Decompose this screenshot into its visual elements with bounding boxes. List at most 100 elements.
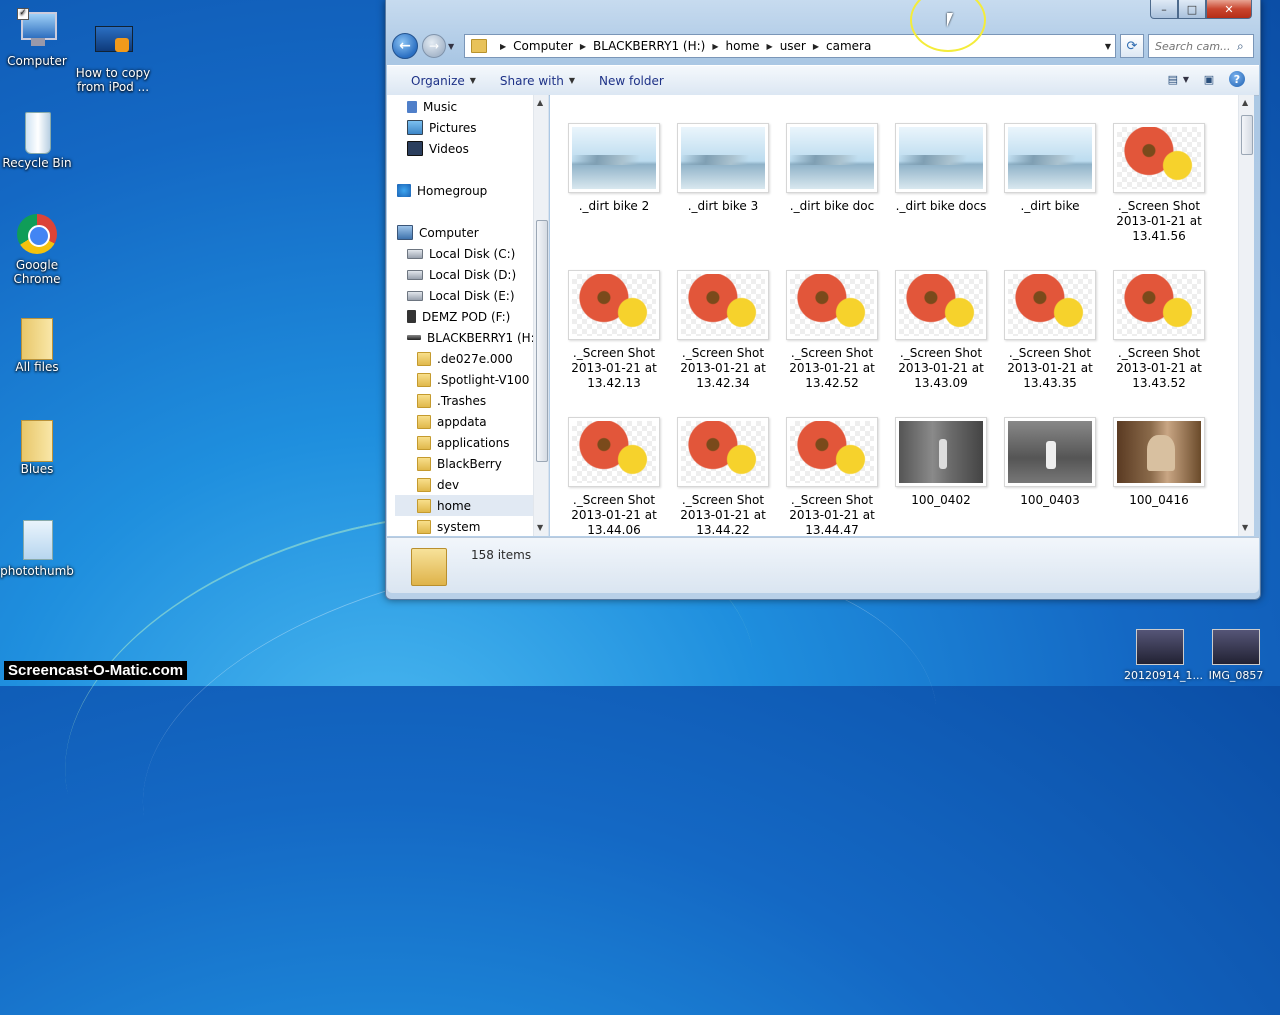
- nav-item-demz-pod[interactable]: DEMZ POD (F:): [407, 306, 510, 327]
- nav-item-folder[interactable]: appdata: [417, 411, 487, 432]
- scroll-down-icon[interactable]: ▼: [537, 523, 543, 532]
- breadcrumb-home[interactable]: home: [726, 39, 760, 53]
- file-name-line: 2013-01-21 at: [680, 361, 766, 375]
- nav-item-blackberry1[interactable]: BLACKBERRY1 (H:): [407, 327, 539, 348]
- pictures-icon: [407, 120, 423, 135]
- view-dropdown[interactable]: ▼: [1183, 75, 1189, 84]
- file-item[interactable]: ._Screen Shot 2013-01-21 at 13.43.09: [891, 270, 991, 391]
- desktop-icon-video[interactable]: How to copy from iPod ...: [71, 20, 155, 94]
- scroll-down-icon[interactable]: ▼: [1242, 523, 1248, 532]
- back-button[interactable]: ←: [392, 33, 418, 59]
- breadcrumb-camera[interactable]: camera: [826, 39, 871, 53]
- organize-button[interactable]: Organize ▼: [411, 74, 476, 88]
- nav-item-folder[interactable]: dev: [417, 474, 459, 495]
- chevron-right-icon[interactable]: ▶: [580, 42, 586, 51]
- breadcrumb-user[interactable]: user: [780, 39, 806, 53]
- watermark: Screencast-O-Matic.com: [4, 661, 188, 680]
- refresh-button[interactable]: ⟳: [1120, 34, 1144, 58]
- content-scrollbar[interactable]: ▲ ▼: [1238, 95, 1254, 536]
- nav-item-videos[interactable]: Videos: [407, 138, 469, 159]
- file-item[interactable]: ._Screen Shot 2013-01-21 at 13.41.56: [1109, 123, 1209, 244]
- chevron-right-icon[interactable]: ▶: [813, 42, 819, 51]
- nav-item-folder[interactable]: system: [417, 516, 480, 536]
- folder-icon: [15, 416, 59, 462]
- desktop-icon-blues[interactable]: Blues: [0, 416, 79, 476]
- image-thumbnail-icon: [899, 421, 983, 483]
- file-name-line: 13.43.52: [1132, 376, 1186, 390]
- close-button[interactable]: ✕: [1206, 0, 1252, 19]
- breadcrumb-blackberry[interactable]: BLACKBERRY1 (H:): [593, 39, 705, 53]
- desktop-file[interactable]: IMG_0857: [1200, 629, 1272, 682]
- file-item[interactable]: ._dirt bike 2: [564, 123, 664, 214]
- nav-scrollbar[interactable]: ▲ ▼: [533, 95, 548, 536]
- file-name-line: ._Screen Shot: [790, 493, 874, 507]
- nav-item-home-selected[interactable]: home: [395, 495, 533, 516]
- file-item[interactable]: ._Screen Shot 2013-01-21 at 13.43.35: [1000, 270, 1100, 391]
- nav-item-music[interactable]: Music: [407, 96, 457, 117]
- chevron-right-icon[interactable]: ▶: [500, 42, 506, 51]
- scroll-up-icon[interactable]: ▲: [1242, 98, 1248, 107]
- recent-pages-dropdown[interactable]: ▼: [448, 42, 454, 51]
- preview-pane-icon[interactable]: ▣: [1201, 71, 1217, 87]
- address-bar[interactable]: ▶ Computer ▶ BLACKBERRY1 (H:) ▶ home ▶ u…: [464, 34, 1116, 58]
- chevron-right-icon[interactable]: ▶: [767, 42, 773, 51]
- minimize-button[interactable]: –: [1150, 0, 1178, 19]
- file-name-line: ._dirt bike doc: [789, 199, 875, 213]
- file-thumbnail: [1004, 417, 1096, 487]
- desktop-icon-recycle-bin[interactable]: Recycle Bin: [0, 110, 79, 170]
- file-thumbnail: [786, 417, 878, 487]
- file-item[interactable]: ._Screen Shot 2013-01-21 at 13.42.52: [782, 270, 882, 391]
- nav-item-folder[interactable]: BlackBerry: [417, 453, 502, 474]
- breadcrumb-computer[interactable]: Computer: [513, 39, 573, 53]
- file-item[interactable]: ._dirt bike docs: [891, 123, 991, 214]
- item-count: 158 items: [471, 548, 532, 562]
- file-item[interactable]: ._Screen Shot 2013-01-21 at 13.44.06: [564, 417, 664, 536]
- nav-item-pictures[interactable]: Pictures: [407, 117, 477, 138]
- help-icon[interactable]: ?: [1229, 71, 1245, 87]
- file-item[interactable]: 100_0403: [1000, 417, 1100, 508]
- nav-item-local-disk-d[interactable]: Local Disk (D:): [407, 264, 516, 285]
- change-view-icon[interactable]: ▤: [1165, 71, 1181, 87]
- nav-item-folder[interactable]: applications: [417, 432, 509, 453]
- maximize-button[interactable]: □: [1178, 0, 1206, 19]
- nav-item-local-disk-c[interactable]: Local Disk (C:): [407, 243, 515, 264]
- search-icon[interactable]: ⌕: [1237, 39, 1244, 54]
- nav-item-homegroup[interactable]: Homegroup: [397, 180, 487, 201]
- desktop-file[interactable]: 20120914_1...: [1124, 629, 1203, 682]
- desktop-icon-computer[interactable]: ✓ Computer: [0, 8, 79, 68]
- scroll-up-icon[interactable]: ▲: [537, 98, 543, 107]
- homegroup-icon: [397, 184, 411, 197]
- nav-item-local-disk-e[interactable]: Local Disk (E:): [407, 285, 515, 306]
- file-item[interactable]: ._Screen Shot 2013-01-21 at 13.42.13: [564, 270, 664, 391]
- nav-scrollbar-thumb[interactable]: [536, 220, 548, 462]
- nav-item-folder[interactable]: .de027e.000: [417, 348, 513, 369]
- nav-item-folder[interactable]: .Trashes: [417, 390, 486, 411]
- file-name-line: ._Screen Shot: [790, 346, 874, 360]
- search-input[interactable]: [1153, 38, 1237, 54]
- folder-icon: [417, 414, 431, 429]
- chevron-right-icon[interactable]: ▶: [712, 42, 718, 51]
- share-with-button[interactable]: Share with ▼: [500, 74, 575, 88]
- file-name-line: 100_0403: [1020, 493, 1080, 507]
- file-item[interactable]: ._Screen Shot 2013-01-21 at 13.43.52: [1109, 270, 1209, 391]
- content-scrollbar-thumb[interactable]: [1241, 115, 1253, 155]
- file-item[interactable]: ._dirt bike: [1000, 123, 1100, 214]
- nav-item-computer[interactable]: Computer: [397, 222, 479, 243]
- forward-button[interactable]: →: [422, 34, 446, 58]
- nav-item-folder[interactable]: .Spotlight-V100: [417, 369, 529, 390]
- file-item[interactable]: ._Screen Shot 2013-01-21 at 13.42.34: [673, 270, 773, 391]
- file-icon: [15, 518, 59, 562]
- desktop-icon-photothumb[interactable]: photothumb: [0, 518, 79, 578]
- file-item[interactable]: ._dirt bike doc: [782, 123, 882, 214]
- desktop-icon-google-chrome[interactable]: Google Chrome: [0, 212, 79, 286]
- new-folder-button[interactable]: New folder: [599, 74, 664, 88]
- file-item[interactable]: ._Screen Shot 2013-01-21 at 13.44.22: [673, 417, 773, 536]
- removable-drive-icon: [407, 335, 421, 340]
- desktop-icon-all-files[interactable]: All files: [0, 314, 79, 374]
- file-item[interactable]: 100_0416: [1109, 417, 1209, 508]
- address-dropdown[interactable]: ▼: [1105, 42, 1111, 51]
- folder-icon: [417, 477, 431, 492]
- file-item[interactable]: ._dirt bike 3: [673, 123, 773, 214]
- file-item[interactable]: 100_0402: [891, 417, 991, 508]
- file-item[interactable]: ._Screen Shot 2013-01-21 at 13.44.47: [782, 417, 882, 536]
